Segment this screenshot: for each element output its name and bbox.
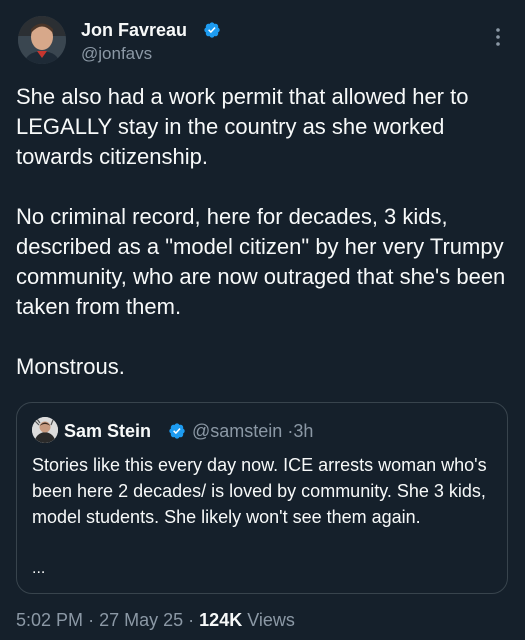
views-label[interactable]: Views (247, 610, 295, 630)
author-avatar[interactable] (18, 16, 66, 64)
verified-badge-icon (204, 22, 220, 38)
tweet-detail: Jon Favreau @jonfavs She also had a work… (0, 0, 525, 640)
quoted-ellipsis: ... (32, 560, 46, 577)
quoted-tweet-card[interactable]: Sam Stein @samstein ·3h Stories like thi… (16, 402, 508, 594)
quoted-tweet-text: Stories like this every day now. ICE arr… (32, 455, 487, 527)
author-name[interactable]: Jon Favreau (81, 20, 187, 40)
tweet-paragraph: She also had a work permit that allowed … (16, 84, 469, 169)
footer-separator: · (88, 610, 95, 630)
tweet-time[interactable]: 5:02 PM (16, 610, 83, 630)
tweet-text: She also had a work permit that allowed … (16, 82, 511, 412)
author-handle[interactable]: @jonfavs (81, 44, 152, 64)
tweet-paragraph: Monstrous. (16, 354, 125, 379)
verified-badge-icon (169, 423, 185, 439)
more-options-icon[interactable] (490, 26, 506, 48)
quoted-meta: @samstein ·3h (192, 420, 313, 442)
footer-separator: · (188, 610, 195, 630)
quoted-author-avatar[interactable] (32, 417, 58, 443)
tweet-date[interactable]: 27 May 25 (99, 610, 183, 630)
tweet-paragraph: No criminal record, here for decades, 3 … (16, 204, 506, 319)
quoted-author-handle[interactable]: @samstein (192, 421, 282, 441)
quoted-author-name[interactable]: Sam Stein (64, 420, 151, 442)
quoted-time[interactable]: 3h (293, 421, 313, 441)
views-count[interactable]: 124K (199, 610, 242, 630)
tweet-metadata: 5:02 PM · 27 May 25 · 124K Views (16, 609, 295, 631)
